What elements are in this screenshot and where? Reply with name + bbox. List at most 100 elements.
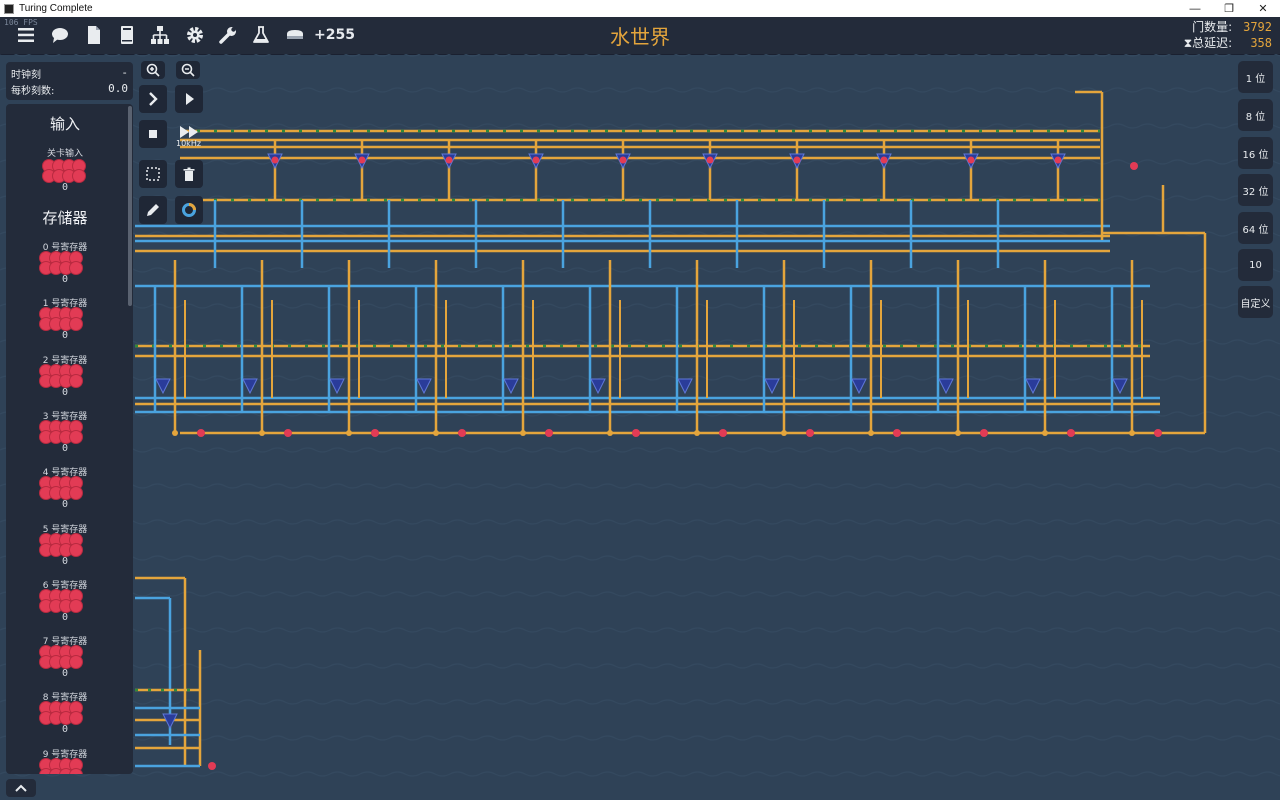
xor-pin[interactable] bbox=[967, 156, 975, 164]
xor-pin[interactable] bbox=[880, 156, 888, 164]
wire-node[interactable] bbox=[1042, 430, 1048, 436]
play-button[interactable] bbox=[175, 85, 203, 113]
xor-pin[interactable] bbox=[1054, 156, 1062, 164]
window-title: Turing Complete bbox=[19, 3, 93, 14]
output-pin[interactable] bbox=[1130, 162, 1138, 170]
close-button[interactable]: ✕ bbox=[1246, 0, 1280, 17]
minimize-button[interactable]: — bbox=[1178, 0, 1212, 17]
output-pin[interactable] bbox=[284, 429, 292, 437]
stop-icon bbox=[149, 130, 157, 138]
bit-width-64[interactable]: 64 位 bbox=[1238, 212, 1273, 244]
bit-width-custom[interactable]: 自定义 bbox=[1238, 286, 1273, 318]
wire-node[interactable] bbox=[433, 430, 439, 436]
panel-scrollbar[interactable] bbox=[128, 106, 132, 306]
register-pins[interactable] bbox=[40, 420, 84, 443]
gate-count-value: 3792 bbox=[1243, 20, 1272, 34]
output-pin[interactable] bbox=[208, 762, 216, 770]
output-pin[interactable] bbox=[1067, 429, 1075, 437]
bit-pin[interactable] bbox=[70, 262, 82, 274]
xor-pin[interactable] bbox=[445, 156, 453, 164]
zoom-out-button[interactable] bbox=[176, 61, 200, 79]
trash-icon bbox=[183, 167, 195, 181]
wire-node[interactable] bbox=[346, 430, 352, 436]
output-pin[interactable] bbox=[632, 429, 640, 437]
zoom-in-button[interactable] bbox=[141, 61, 165, 79]
register-pins[interactable] bbox=[40, 589, 84, 612]
ticks-per-second-label: 每秒刻数: bbox=[11, 86, 55, 97]
output-pin[interactable] bbox=[458, 429, 466, 437]
bit-width-32[interactable]: 32 位 bbox=[1238, 174, 1273, 206]
output-pin[interactable] bbox=[545, 429, 553, 437]
wire-node[interactable] bbox=[172, 430, 178, 436]
bit-pin[interactable] bbox=[70, 768, 82, 774]
chevron-right-icon bbox=[149, 92, 158, 106]
total-delay-value: 358 bbox=[1250, 36, 1272, 50]
wire-node[interactable] bbox=[607, 430, 613, 436]
xor-pin[interactable] bbox=[271, 156, 279, 164]
app-icon bbox=[4, 3, 14, 14]
level-input-pins[interactable] bbox=[43, 160, 87, 182]
wire-node[interactable] bbox=[1129, 430, 1135, 436]
collapse-panel-button[interactable] bbox=[6, 779, 36, 797]
total-delay-label: 总延迟: bbox=[1192, 36, 1233, 50]
register-pins[interactable] bbox=[40, 477, 84, 500]
xor-pin[interactable] bbox=[358, 156, 366, 164]
register-value: 0 bbox=[61, 555, 69, 567]
wire-node[interactable] bbox=[694, 430, 700, 436]
bit-pin[interactable] bbox=[70, 543, 82, 556]
zoom-out-icon bbox=[181, 63, 195, 77]
gate-count-label: 门数量: bbox=[1192, 20, 1233, 34]
register-value: 0 bbox=[61, 668, 69, 680]
bit-pin[interactable] bbox=[70, 656, 82, 669]
color-picker-button[interactable] bbox=[175, 196, 203, 224]
register-pins[interactable] bbox=[40, 758, 84, 774]
bit-width-1[interactable]: 1 位 bbox=[1238, 61, 1273, 93]
draw-button[interactable] bbox=[139, 196, 167, 224]
step-button[interactable] bbox=[139, 85, 167, 113]
xor-pin[interactable] bbox=[706, 156, 714, 164]
bit-width-10[interactable]: 10 bbox=[1238, 249, 1273, 281]
clock-tick-value: - bbox=[121, 66, 128, 79]
bit-pin[interactable] bbox=[70, 712, 82, 725]
register-pins[interactable] bbox=[40, 646, 84, 669]
bit-pin[interactable] bbox=[70, 430, 82, 443]
output-pin[interactable] bbox=[197, 429, 205, 437]
wire-node[interactable] bbox=[259, 430, 265, 436]
window-titlebar: Turing Complete — ❐ ✕ bbox=[0, 0, 1280, 17]
select-button[interactable] bbox=[139, 160, 167, 188]
output-pin[interactable] bbox=[371, 429, 379, 437]
fast-forward-icon bbox=[180, 126, 198, 138]
wire-node[interactable] bbox=[955, 430, 961, 436]
register-value: 0 bbox=[61, 442, 69, 454]
output-pin[interactable] bbox=[893, 429, 901, 437]
bit-pin[interactable] bbox=[70, 487, 82, 500]
wire-node[interactable] bbox=[520, 430, 526, 436]
bit-width-16[interactable]: 16 位 bbox=[1238, 137, 1273, 169]
wire-node[interactable] bbox=[781, 430, 787, 436]
stop-button[interactable] bbox=[139, 120, 167, 148]
register-pins[interactable] bbox=[40, 252, 84, 274]
bit-width-8[interactable]: 8 位 bbox=[1238, 99, 1273, 131]
level-input-label: 关卡输入 bbox=[46, 149, 83, 159]
register-value: 0 bbox=[61, 330, 69, 342]
bit-pin[interactable] bbox=[70, 318, 82, 331]
bit-pin[interactable] bbox=[70, 599, 82, 612]
register-pins[interactable] bbox=[40, 364, 84, 387]
output-pin[interactable] bbox=[806, 429, 814, 437]
bit-pin[interactable] bbox=[70, 374, 82, 387]
register-pins[interactable] bbox=[40, 308, 84, 331]
zoom-in-icon bbox=[146, 63, 160, 77]
register-value: 0 bbox=[61, 611, 69, 623]
maximize-button[interactable]: ❐ bbox=[1212, 0, 1246, 17]
output-pin[interactable] bbox=[719, 429, 727, 437]
output-pin[interactable] bbox=[1154, 429, 1162, 437]
delete-button[interactable] bbox=[175, 160, 203, 188]
output-pin[interactable] bbox=[980, 429, 988, 437]
bit-pin[interactable] bbox=[73, 170, 85, 182]
xor-pin[interactable] bbox=[619, 156, 627, 164]
wire-node[interactable] bbox=[868, 430, 874, 436]
xor-pin[interactable] bbox=[793, 156, 801, 164]
register-pins[interactable] bbox=[40, 533, 84, 556]
xor-pin[interactable] bbox=[532, 156, 540, 164]
register-pins[interactable] bbox=[40, 702, 84, 725]
